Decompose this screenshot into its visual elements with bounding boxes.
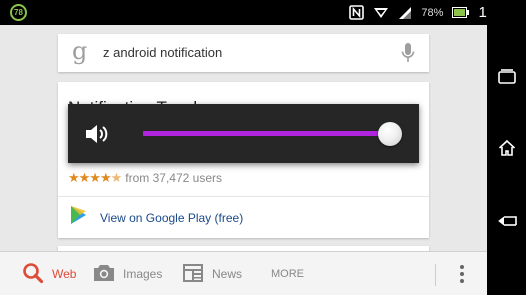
- wifi-icon: [398, 6, 412, 20]
- speaker-icon[interactable]: [85, 123, 111, 150]
- play-store-label[interactable]: View on Google Play (free): [100, 211, 243, 225]
- tab-web[interactable]: Web: [22, 252, 76, 295]
- tab-more[interactable]: MORE: [271, 252, 304, 295]
- tab-news[interactable]: News: [182, 252, 242, 295]
- recent-apps-icon[interactable]: [496, 66, 518, 88]
- tab-news-label: News: [212, 267, 243, 281]
- nfc-icon: [349, 5, 365, 20]
- rating-stars: ★★★★★: [68, 170, 122, 185]
- tab-images-label: Images: [123, 267, 163, 281]
- volume-slider-thumb[interactable]: [378, 122, 402, 146]
- home-icon[interactable]: [496, 137, 518, 159]
- search-input[interactable]: z android notification: [103, 45, 222, 60]
- volume-slider-fill: [143, 131, 390, 136]
- volume-panel: [68, 104, 419, 163]
- search-icon: [22, 262, 44, 287]
- back-icon[interactable]: [496, 210, 518, 232]
- tab-web-label: Web: [52, 267, 77, 281]
- tab-separator: [435, 264, 436, 286]
- signal-icon: [373, 6, 389, 20]
- volume-slider-track[interactable]: [143, 122, 402, 146]
- card-divider: [58, 196, 429, 197]
- news-icon: [182, 263, 204, 286]
- overflow-menu-icon[interactable]: [452, 252, 472, 295]
- google-logo: g: [72, 37, 88, 65]
- battery-percent: 78%: [421, 6, 444, 19]
- camera-icon: [93, 264, 115, 285]
- rating-count: from 37,472 users: [125, 171, 222, 185]
- mic-icon[interactable]: [401, 42, 415, 69]
- play-store-icon: [68, 205, 88, 230]
- battery-icon: [452, 7, 470, 18]
- search-box[interactable]: g z android notification: [58, 34, 429, 72]
- notification-badge: 78: [10, 4, 27, 21]
- search-tab-bar: Web Images News MORE: [0, 251, 487, 295]
- status-bar: 78 78% 17:35: [0, 0, 526, 25]
- navigation-bar: [487, 0, 526, 295]
- rating-row: ★★★★★ from 37,472 users: [68, 170, 222, 186]
- tab-images[interactable]: Images: [93, 252, 162, 295]
- search-results-screen: g z android notification Notification To…: [0, 25, 487, 295]
- play-store-link[interactable]: View on Google Play (free): [68, 205, 243, 230]
